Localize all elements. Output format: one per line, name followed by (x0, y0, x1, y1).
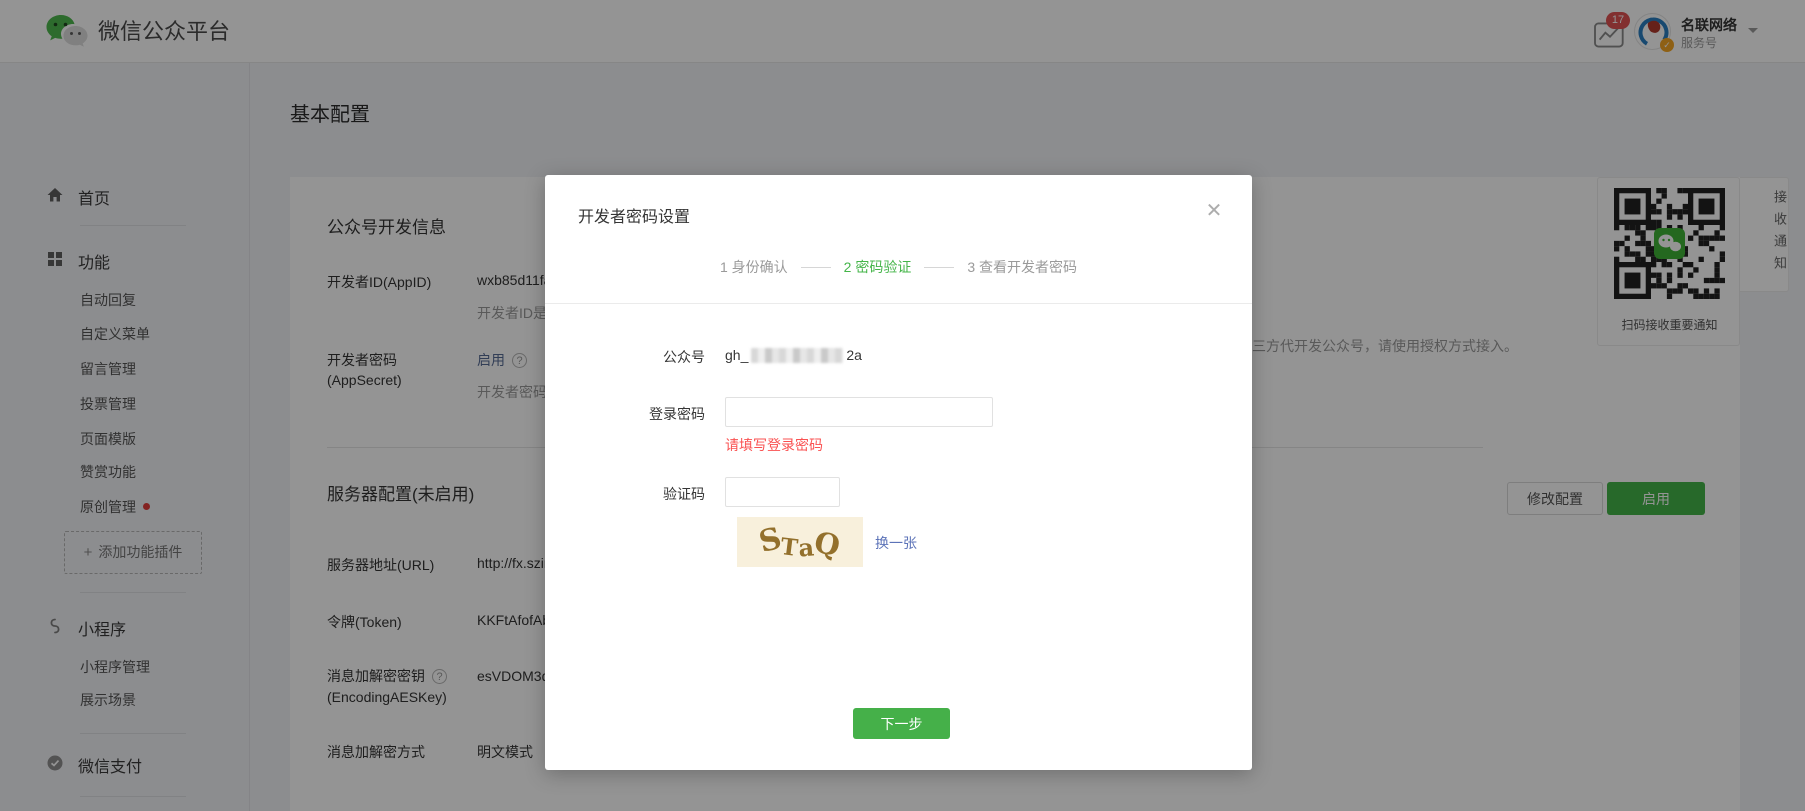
next-step-button[interactable]: 下一步 (853, 708, 950, 739)
captcha-label: 验证码 (565, 484, 705, 504)
step-connector (924, 267, 954, 268)
step-connector (801, 267, 831, 268)
captcha-refresh-link[interactable]: 换一张 (875, 533, 917, 553)
login-password-input[interactable] (725, 397, 993, 427)
redacted-account-id (751, 348, 843, 363)
step-identity-confirm: 1 身份确认 (720, 257, 788, 277)
captcha-input[interactable] (725, 477, 840, 507)
dialog-title: 开发者密码设置 (578, 203, 690, 227)
official-account-value: gh_2a (725, 347, 862, 363)
login-password-label: 登录密码 (565, 404, 705, 424)
captcha-image[interactable]: STaQ (737, 517, 863, 567)
official-account-label: 公众号 (565, 347, 705, 367)
step-password-verify: 2 密码验证 (844, 257, 912, 277)
dialog-divider (545, 303, 1252, 304)
step-indicator: 1 身份确认 2 密码验证 3 查看开发者密码 (545, 257, 1252, 277)
wechat-mp-admin: 微信公众平台 17 ✓ 名联网络 服务号 首页 功能 自动回复 自定义菜单 (0, 0, 1805, 811)
developer-password-dialog: 开发者密码设置 ✕ 1 身份确认 2 密码验证 3 查看开发者密码 公众号 gh… (545, 175, 1252, 770)
close-icon[interactable]: ✕ (1202, 199, 1226, 223)
step-view-password: 3 查看开发者密码 (967, 257, 1077, 277)
password-error-message: 请填写登录密码 (725, 435, 823, 455)
